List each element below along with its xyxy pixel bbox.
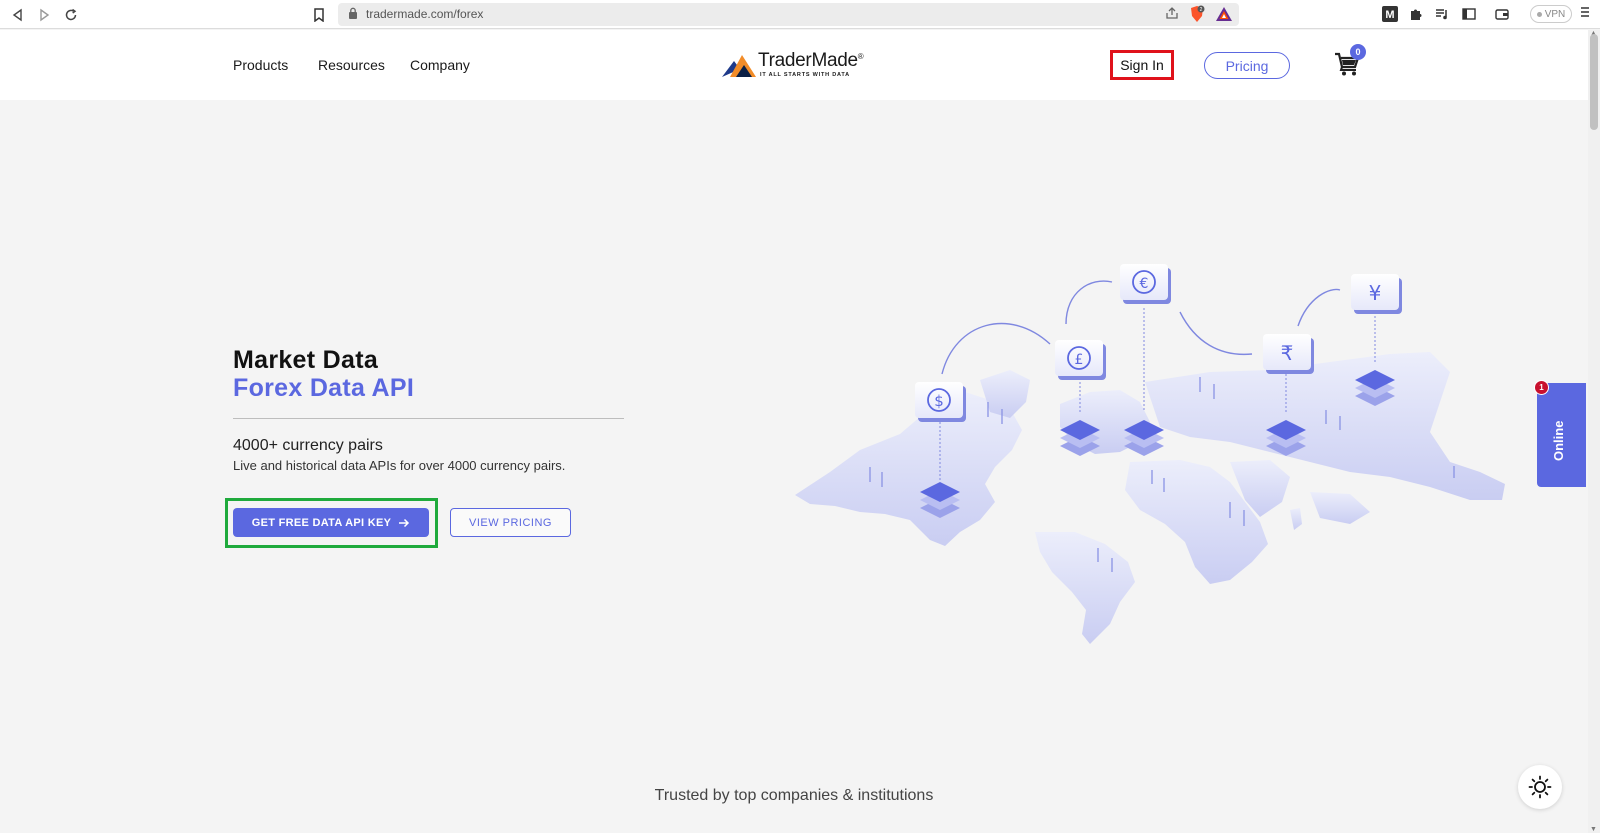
world-map-illustration: $ £ € ₹ ¥ — [795, 264, 1505, 644]
site-header: Products Resources Company TraderMade® I… — [0, 30, 1588, 100]
currency-card-rupee: ₹ — [1263, 334, 1314, 374]
playlist-icon[interactable] — [1433, 5, 1451, 23]
online-chat-tab[interactable]: Online — [1537, 383, 1586, 487]
svg-text:¥: ¥ — [1369, 281, 1382, 305]
map-south-america — [1035, 532, 1135, 644]
logo-registered-mark: ® — [857, 52, 864, 61]
vpn-label: VPN — [1544, 8, 1566, 20]
currency-card-euro: € — [1120, 264, 1171, 304]
view-pricing-button[interactable]: VIEW PRICING — [450, 508, 571, 537]
logo-mountain-icon — [722, 55, 756, 77]
vpn-status-icon — [1536, 11, 1542, 17]
sun-icon — [1528, 775, 1552, 799]
extension-m-icon[interactable]: M — [1381, 5, 1399, 23]
brave-rewards-icon[interactable] — [1215, 6, 1233, 22]
svg-text:€: € — [1140, 276, 1149, 292]
reload-icon[interactable] — [61, 5, 81, 25]
logo-name: TraderMade — [758, 50, 858, 71]
online-chat-label: Online — [1551, 420, 1566, 461]
theme-toggle-button[interactable] — [1518, 765, 1562, 809]
hero-subtitle: Forex Data API — [233, 374, 415, 402]
lock-icon — [349, 7, 357, 19]
url-text: tradermade.com/forex — [366, 7, 484, 21]
wallet-icon[interactable] — [1493, 5, 1511, 23]
nav-products[interactable]: Products — [233, 57, 288, 73]
svg-text:£: £ — [1075, 352, 1084, 368]
currency-card-dollar: $ — [915, 382, 966, 422]
address-bar[interactable]: tradermade.com/forex — [338, 3, 1239, 26]
browser-menu-icon[interactable] — [1580, 5, 1590, 22]
svg-text:2: 2 — [1200, 7, 1203, 13]
svg-text:$: $ — [934, 392, 944, 410]
page-scrollbar[interactable]: ▲ ▼ — [1588, 30, 1600, 833]
trusted-by-heading: Trusted by top companies & institutions — [654, 787, 934, 804]
cart-count-badge: 0 — [1350, 44, 1366, 60]
logo-tagline: IT ALL STARTS WITH DATA — [760, 72, 850, 78]
sign-in-button[interactable]: Sign In — [1110, 50, 1174, 80]
nav-resources[interactable]: Resources — [318, 57, 385, 73]
currency-card-pound: £ — [1055, 340, 1106, 380]
map-southeast-asia — [1310, 492, 1370, 524]
scrollbar-thumb[interactable] — [1590, 34, 1598, 130]
brave-shield-icon[interactable]: 2 — [1188, 5, 1206, 23]
browser-toolbar: tradermade.com/forex 2 M VPN — [0, 0, 1600, 29]
vpn-button[interactable]: VPN — [1530, 5, 1572, 23]
svg-text:M: M — [1385, 9, 1394, 21]
svg-text:₹: ₹ — [1281, 341, 1294, 365]
scroll-down-icon[interactable]: ▼ — [1590, 826, 1597, 833]
map-madagascar — [1290, 508, 1302, 530]
pricing-button[interactable]: Pricing — [1204, 52, 1290, 79]
hero-divider — [233, 418, 624, 419]
get-free-api-key-label: GET FREE DATA API KEY — [251, 516, 392, 529]
forward-icon[interactable] — [34, 5, 54, 25]
share-icon[interactable] — [1165, 6, 1179, 23]
hero-heading: 4000+ currency pairs — [233, 437, 383, 454]
nav-company[interactable]: Company — [410, 57, 470, 73]
puzzle-icon[interactable] — [1407, 5, 1425, 23]
back-icon[interactable] — [8, 5, 28, 25]
tradermade-logo[interactable]: TraderMade® IT ALL STARTS WITH DATA — [722, 50, 872, 80]
sidebar-icon[interactable] — [1460, 5, 1478, 23]
hero-title: Market Data — [233, 346, 379, 374]
chat-notification-badge: 1 — [1534, 380, 1549, 395]
get-free-api-key-button[interactable]: GET FREE DATA API KEY — [233, 508, 429, 537]
hero-description: Live and historical data APIs for over 4… — [233, 458, 566, 473]
currency-card-yen: ¥ — [1351, 274, 1402, 314]
arrow-right-icon — [399, 518, 410, 527]
bookmark-icon[interactable] — [309, 5, 329, 25]
